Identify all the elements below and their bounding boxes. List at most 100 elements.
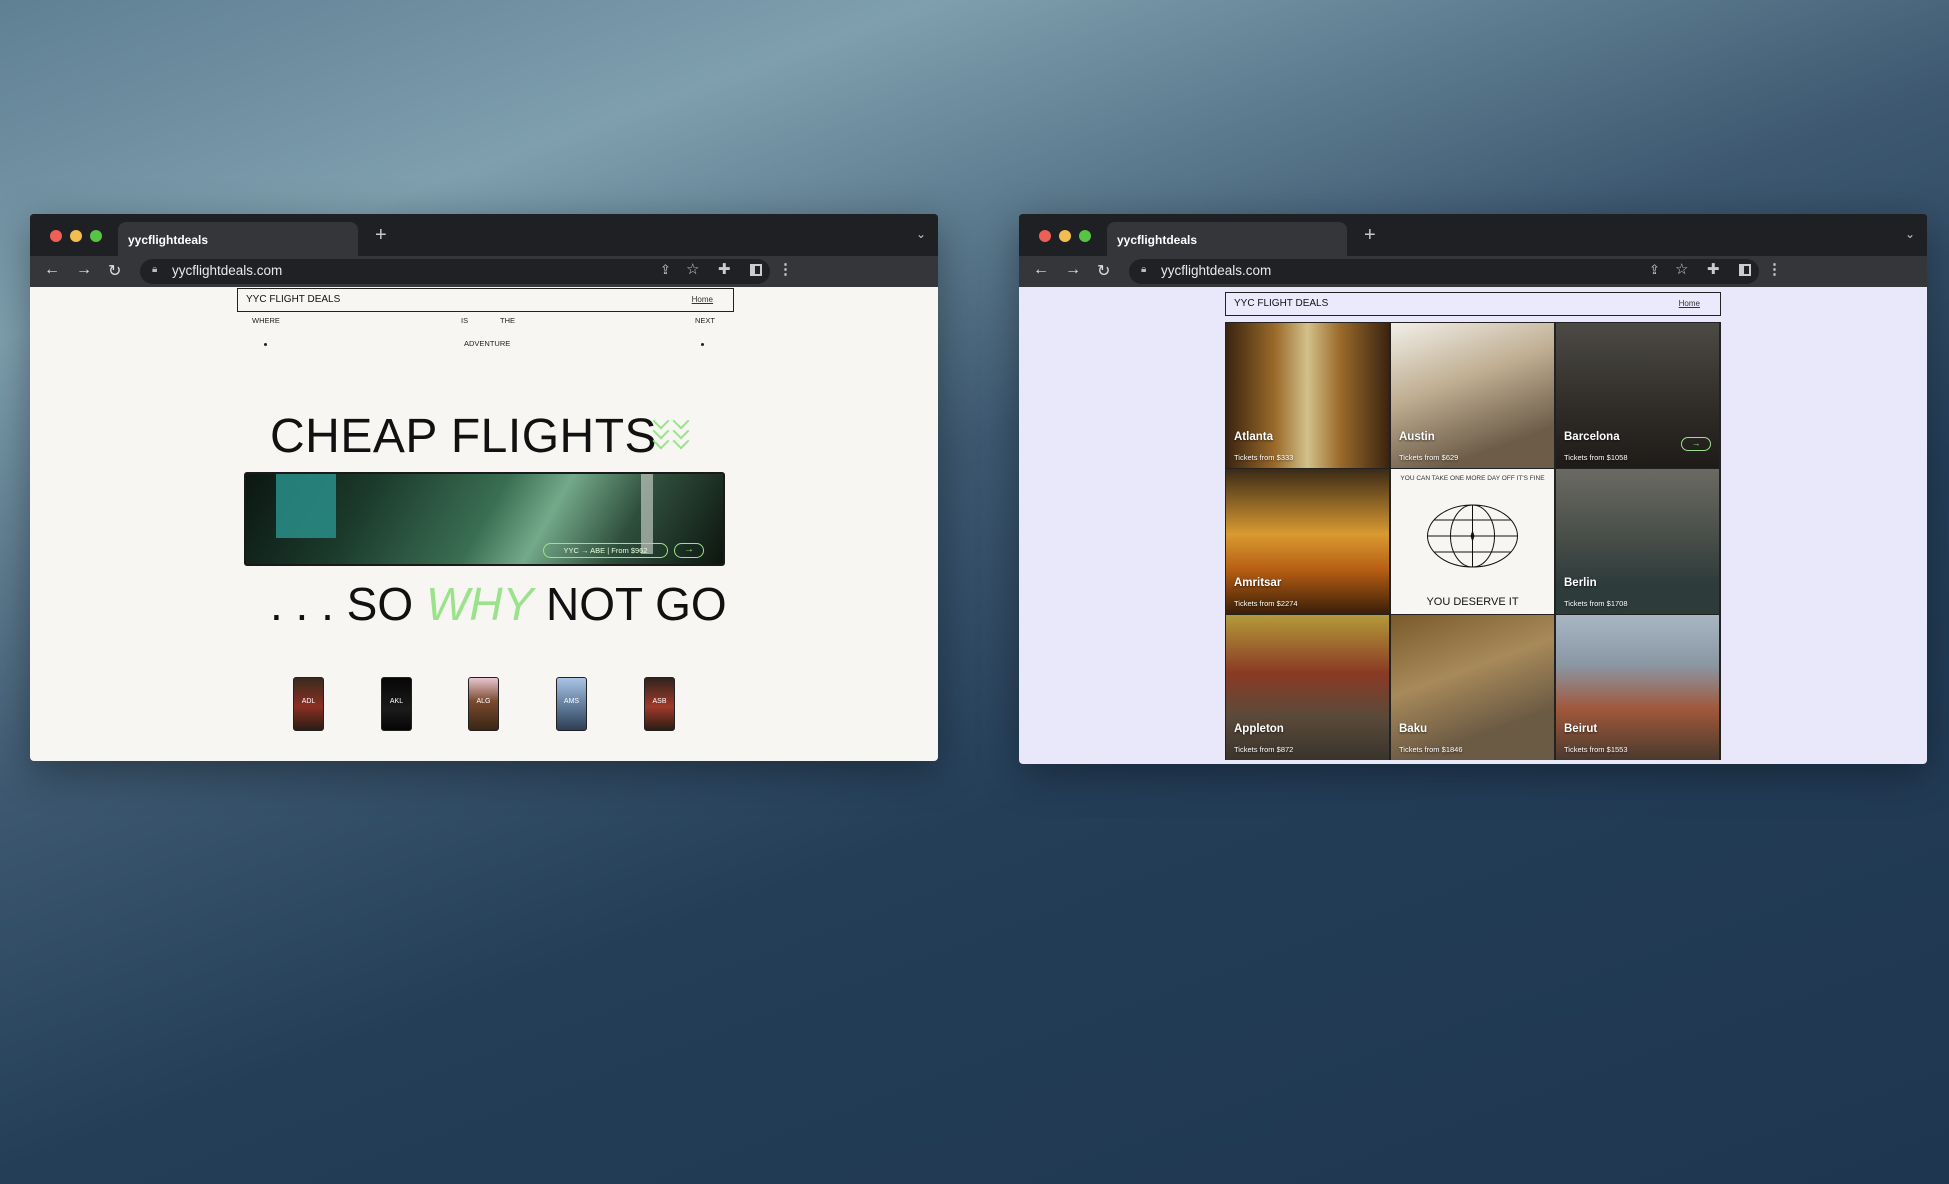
banner-image-detail: [276, 474, 336, 538]
bullet-dot: [701, 343, 704, 346]
home-link[interactable]: Home: [1679, 299, 1700, 308]
destination-card[interactable]: Beirut Tickets from $1553: [1556, 615, 1719, 760]
destination-thumbnail[interactable]: AKL: [381, 677, 412, 731]
tab-search-chevron-icon[interactable]: ⌄: [916, 227, 926, 241]
banner-arrow-button[interactable]: →: [674, 543, 704, 558]
banner-image-detail: [641, 474, 653, 554]
browser-toolbar: ← → ↻ 🔒︎ yycflightdeals.com ⇪ ☆ ✚ ⋮: [30, 256, 938, 287]
close-window-button[interactable]: [1039, 230, 1051, 242]
share-icon[interactable]: ⇪: [660, 262, 671, 278]
more-menu-icon[interactable]: ⋮: [1767, 260, 1782, 278]
destination-price: Tickets from $1553: [1564, 745, 1628, 754]
destination-card[interactable]: Baku Tickets from $1846: [1391, 615, 1554, 760]
page-viewport: YYC FLIGHT DEALS Home Atlanta Tickets fr…: [1019, 287, 1927, 764]
browser-window-left: yycflightdeals + ⌄ ← → ↻ 🔒︎ yycflightdea…: [30, 214, 938, 761]
address-bar[interactable]: 🔒︎ yycflightdeals.com: [140, 259, 770, 284]
minimize-window-button[interactable]: [1059, 230, 1071, 242]
destination-city: Amritsar: [1234, 577, 1282, 589]
destination-card[interactable]: Austin Tickets from $629: [1391, 323, 1554, 468]
chevron-down-icon: [652, 412, 670, 453]
route-price-pill[interactable]: YYC → ABE | From $962: [543, 543, 668, 558]
destination-city: Beirut: [1564, 723, 1598, 735]
destination-thumbnail[interactable]: ASB: [644, 677, 675, 731]
destination-city: Berlin: [1564, 577, 1597, 589]
why-not-go-heading: . . . SO WHY NOT GO: [270, 577, 727, 631]
destination-card[interactable]: Barcelona Tickets from $1058 →: [1556, 323, 1719, 468]
url-text: yycflightdeals.com: [172, 263, 283, 278]
site-header: YYC FLIGHT DEALS Home: [1225, 292, 1721, 316]
forward-arrow-icon[interactable]: →: [1065, 261, 1081, 279]
browser-tab[interactable]: yycflightdeals: [118, 222, 358, 256]
reload-icon[interactable]: ↻: [1097, 261, 1110, 281]
browser-tab[interactable]: yycflightdeals: [1107, 222, 1347, 256]
extensions-puzzle-icon[interactable]: ✚: [1707, 260, 1720, 278]
nav-word: THE: [500, 316, 515, 325]
destination-price: Tickets from $2274: [1234, 599, 1298, 608]
destination-price: Tickets from $1846: [1399, 745, 1463, 754]
nav-word: WHERE: [252, 316, 280, 325]
destination-thumbnail[interactable]: ADL: [293, 677, 324, 731]
bookmark-star-icon[interactable]: ☆: [686, 260, 699, 278]
browser-window-right: yycflightdeals + ⌄ ← → ↻ 🔒︎ yycflightdea…: [1019, 214, 1927, 764]
browser-toolbar: ← → ↻ 🔒︎ yycflightdeals.com ⇪ ☆ ✚ ⋮: [1019, 256, 1927, 287]
bullet-dot: [264, 343, 267, 346]
nav-word: ADVENTURE: [464, 339, 511, 348]
page-viewport: YYC FLIGHT DEALS Home WHERE IS THE NEXT …: [30, 287, 938, 761]
close-window-button[interactable]: [50, 230, 62, 242]
site-header: YYC FLIGHT DEALS Home: [237, 288, 734, 312]
maximize-window-button[interactable]: [90, 230, 102, 242]
destination-city: Austin: [1399, 431, 1435, 443]
lock-icon: 🔒︎: [1141, 264, 1147, 275]
home-link[interactable]: Home: [692, 295, 713, 304]
more-menu-icon[interactable]: ⋮: [778, 260, 793, 278]
destination-thumbnail[interactable]: ALG: [468, 677, 499, 731]
bookmark-star-icon[interactable]: ☆: [1675, 260, 1688, 278]
nav-word: NEXT: [695, 316, 716, 325]
promo-card: YOU CAN TAKE ONE MORE DAY OFF IT'S FINE …: [1391, 469, 1554, 614]
tab-search-chevron-icon[interactable]: ⌄: [1905, 227, 1915, 241]
destination-city: Barcelona: [1564, 431, 1620, 443]
destination-city: Appleton: [1234, 723, 1284, 735]
destination-card[interactable]: Appleton Tickets from $872: [1226, 615, 1389, 760]
why-word: WHY: [425, 578, 534, 630]
card-arrow-button[interactable]: →: [1681, 437, 1711, 451]
destination-city: Atlanta: [1234, 431, 1273, 443]
lock-icon: 🔒︎: [152, 264, 158, 275]
side-panel-icon[interactable]: [750, 264, 762, 276]
back-arrow-icon[interactable]: ←: [1033, 261, 1049, 279]
reload-icon[interactable]: ↻: [108, 261, 121, 281]
hero-title: CHEAP FLIGHTS: [270, 410, 658, 463]
why-prefix: . . . SO: [270, 578, 414, 630]
tab-bar: yycflightdeals + ⌄: [1019, 214, 1927, 256]
destination-price: Tickets from $1058: [1564, 453, 1628, 462]
destination-price: Tickets from $333: [1234, 453, 1294, 462]
destination-price: Tickets from $629: [1399, 453, 1459, 462]
promo-big-text: YOU DESERVE IT: [1426, 596, 1519, 608]
url-text: yycflightdeals.com: [1161, 263, 1272, 278]
new-tab-button[interactable]: +: [375, 224, 387, 247]
site-title: YYC FLIGHT DEALS: [1234, 298, 1329, 309]
minimize-window-button[interactable]: [70, 230, 82, 242]
tab-bar: yycflightdeals + ⌄: [30, 214, 938, 256]
back-arrow-icon[interactable]: ←: [44, 261, 60, 279]
destination-grid: Atlanta Tickets from $333 Austin Tickets…: [1225, 322, 1721, 760]
maximize-window-button[interactable]: [1079, 230, 1091, 242]
promo-small-text: YOU CAN TAKE ONE MORE DAY OFF IT'S FINE: [1400, 475, 1545, 482]
site-title: YYC FLIGHT DEALS: [246, 294, 341, 305]
new-tab-button[interactable]: +: [1364, 224, 1376, 247]
side-panel-icon[interactable]: [1739, 264, 1751, 276]
destination-city: Baku: [1399, 723, 1428, 735]
extensions-puzzle-icon[interactable]: ✚: [718, 260, 731, 278]
destination-thumbnail[interactable]: AMS: [556, 677, 587, 731]
featured-deal-banner[interactable]: YYC → ABE | From $962 →: [244, 472, 725, 566]
destination-card[interactable]: Atlanta Tickets from $333: [1226, 323, 1389, 468]
destination-price: Tickets from $1708: [1564, 599, 1628, 608]
forward-arrow-icon[interactable]: →: [76, 261, 92, 279]
destination-card[interactable]: Berlin Tickets from $1708: [1556, 469, 1719, 614]
nav-word: IS: [461, 316, 469, 325]
share-icon[interactable]: ⇪: [1649, 262, 1660, 278]
destination-card[interactable]: Amritsar Tickets from $2274: [1226, 469, 1389, 614]
chevron-down-icon: [672, 412, 690, 453]
why-suffix: NOT GO: [546, 578, 727, 630]
address-bar[interactable]: 🔒︎ yycflightdeals.com: [1129, 259, 1759, 284]
